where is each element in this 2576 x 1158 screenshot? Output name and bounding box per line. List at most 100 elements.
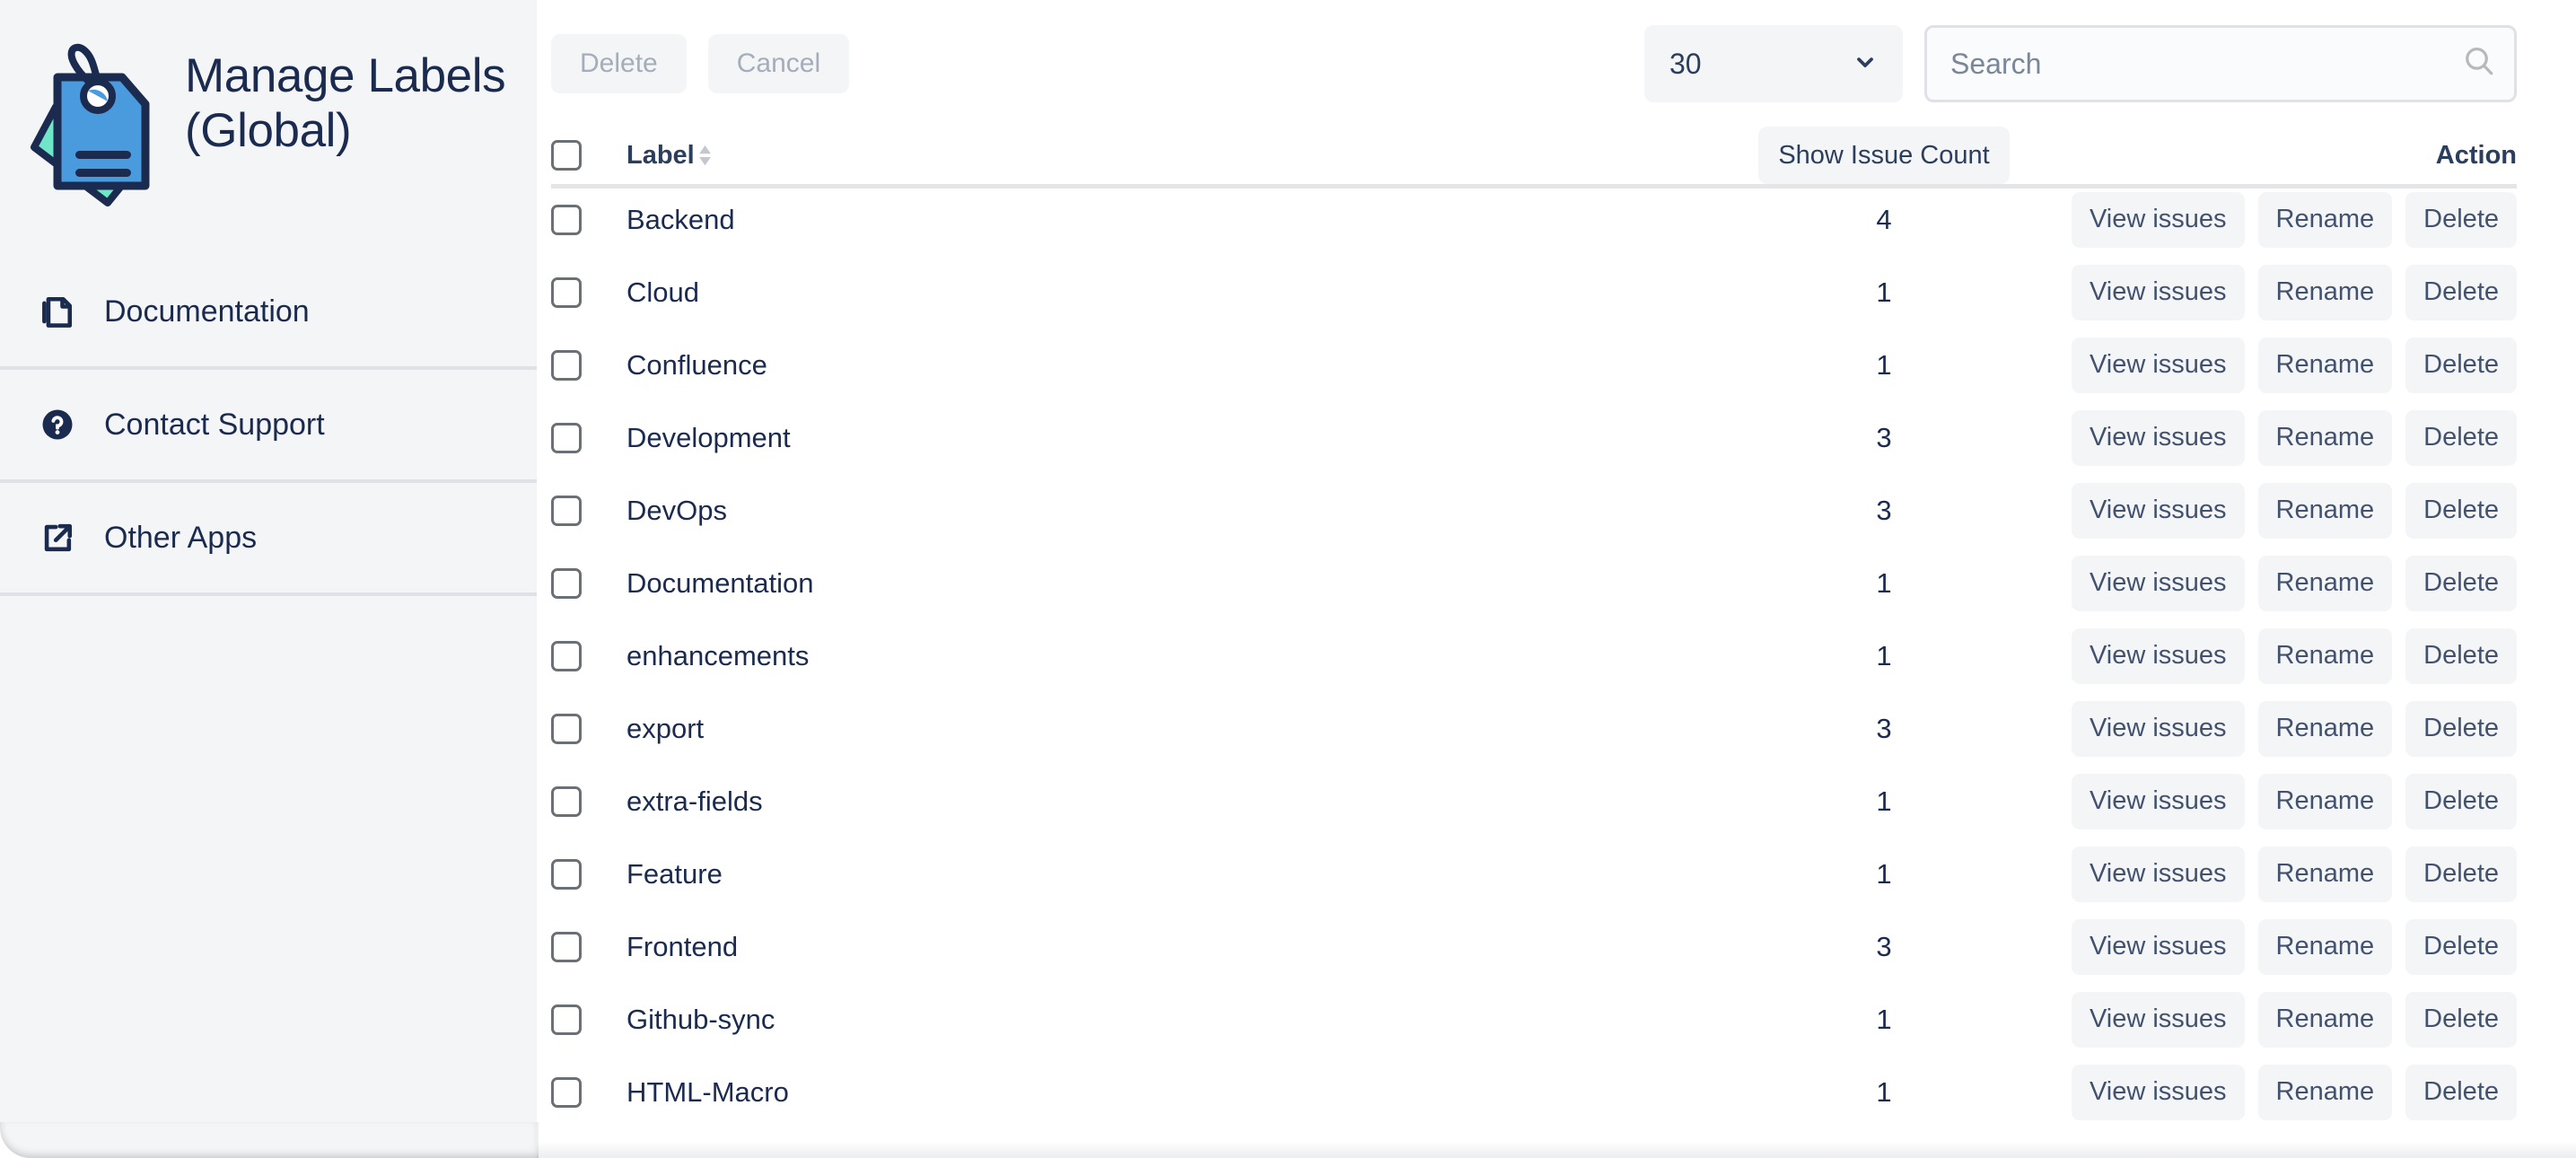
bulk-delete-button[interactable]: Delete [551,34,687,93]
delete-button[interactable]: Delete [2405,991,2517,1048]
labels-table: Label Show Issue Count Action Backend 4 Vi… [551,127,2576,1128]
table-row: Development 3 View issues Rename Delete [551,401,2517,474]
rename-button[interactable]: Rename [2257,846,2393,902]
rename-button[interactable]: Rename [2257,409,2393,466]
row-select-cell [551,567,626,599]
row-checkbox[interactable] [551,858,582,890]
rename-button[interactable]: Rename [2257,627,2393,684]
row-checkbox[interactable] [551,204,582,235]
sidebar: Manage Labels (Global) Documentation Con… [0,0,537,1158]
sort-arrows-icon[interactable] [698,145,712,166]
row-action-buttons: View issues Rename Delete [2071,409,2517,466]
row-checkbox[interactable] [551,349,582,381]
row-action-cell: View issues Rename Delete [2032,409,2517,466]
row-count-text: 1 [1876,348,1892,381]
row-checkbox[interactable] [551,785,582,817]
view-issues-button[interactable]: View issues [2071,191,2245,248]
row-count-cell: 1 [1736,1004,2032,1036]
rename-button[interactable]: Rename [2257,555,2393,611]
view-issues-button[interactable]: View issues [2071,555,2245,611]
row-checkbox[interactable] [551,567,582,599]
row-select-cell [551,858,626,890]
row-count-text: 4 [1876,203,1892,235]
row-count-cell: 1 [1736,349,2032,382]
view-issues-button[interactable]: View issues [2071,846,2245,902]
delete-button[interactable]: Delete [2405,264,2517,320]
delete-button[interactable]: Delete [2405,409,2517,466]
view-issues-button[interactable]: View issues [2071,337,2245,393]
row-count-cell: 1 [1736,1076,2032,1109]
row-select-cell [551,1004,626,1035]
page-size-value: 30 [1669,47,1702,80]
view-issues-button[interactable]: View issues [2071,627,2245,684]
show-issue-count-button[interactable]: Show Issue Count [1758,127,2010,184]
bottom-scroll-fade [537,1142,2576,1158]
bulk-cancel-button[interactable]: Cancel [707,34,850,93]
nav-group-documentation: Documentation [0,257,537,366]
row-count-text: 3 [1876,712,1892,744]
row-checkbox[interactable] [551,1004,582,1035]
row-checkbox[interactable] [551,713,582,744]
row-checkbox[interactable] [551,422,582,453]
row-checkbox[interactable] [551,495,582,526]
rename-button[interactable]: Rename [2257,1064,2393,1120]
view-issues-button[interactable]: View issues [2071,700,2245,757]
page-size-select[interactable]: 30 [1644,25,1903,102]
select-all-checkbox[interactable] [551,140,582,171]
delete-button[interactable]: Delete [2405,555,2517,611]
row-action-buttons: View issues Rename Delete [2071,264,2517,320]
view-issues-button[interactable]: View issues [2071,991,2245,1048]
delete-button[interactable]: Delete [2405,337,2517,393]
row-action-buttons: View issues Rename Delete [2071,700,2517,757]
row-select-cell [551,204,626,235]
sidebar-item-label: Documentation [104,294,310,329]
rename-button[interactable]: Rename [2257,700,2393,757]
row-checkbox[interactable] [551,1076,582,1108]
view-issues-button[interactable]: View issues [2071,918,2245,975]
view-issues-button[interactable]: View issues [2071,482,2245,539]
action-column-header: Action [2032,141,2517,171]
table-row: HTML-Macro 1 View issues Rename Delete [551,1056,2517,1128]
row-label-text: Development [626,421,791,453]
row-label-cell: export [626,713,1736,745]
view-issues-button[interactable]: View issues [2071,773,2245,829]
sidebar-item-other-apps[interactable]: Other Apps [0,483,537,592]
delete-button[interactable]: Delete [2405,918,2517,975]
delete-button[interactable]: Delete [2405,773,2517,829]
row-label-text: Frontend [626,930,739,962]
delete-button[interactable]: Delete [2405,191,2517,248]
delete-button[interactable]: Delete [2405,627,2517,684]
row-action-cell: View issues Rename Delete [2032,555,2517,611]
rename-button[interactable]: Rename [2257,918,2393,975]
row-checkbox[interactable] [551,640,582,671]
view-issues-button[interactable]: View issues [2071,1064,2245,1120]
search-input[interactable] [1924,25,2517,102]
rename-button[interactable]: Rename [2257,337,2393,393]
rename-button[interactable]: Rename [2257,482,2393,539]
label-column-header[interactable]: Label [626,141,1736,171]
action-column-title: Action [2435,140,2517,170]
table-row: enhancements 1 View issues Rename Delete [551,619,2517,692]
sidebar-item-documentation[interactable]: Documentation [0,257,537,366]
row-count-text: 3 [1876,421,1892,453]
row-checkbox[interactable] [551,931,582,962]
delete-button[interactable]: Delete [2405,482,2517,539]
rename-button[interactable]: Rename [2257,264,2393,320]
delete-button[interactable]: Delete [2405,1064,2517,1120]
row-action-buttons: View issues Rename Delete [2071,191,2517,248]
delete-button[interactable]: Delete [2405,700,2517,757]
row-action-buttons: View issues Rename Delete [2071,627,2517,684]
rename-button[interactable]: Rename [2257,991,2393,1048]
documents-icon [36,290,79,333]
sidebar-item-contact-support[interactable]: Contact Support [0,370,537,479]
rename-button[interactable]: Rename [2257,773,2393,829]
rename-button[interactable]: Rename [2257,191,2393,248]
row-action-cell: View issues Rename Delete [2032,191,2517,248]
delete-button[interactable]: Delete [2405,846,2517,902]
row-count-cell: 4 [1736,204,2032,236]
table-row: Github-sync 1 View issues Rename Delete [551,983,2517,1056]
select-all-cell [551,140,626,171]
view-issues-button[interactable]: View issues [2071,409,2245,466]
view-issues-button[interactable]: View issues [2071,264,2245,320]
row-checkbox[interactable] [551,276,582,308]
